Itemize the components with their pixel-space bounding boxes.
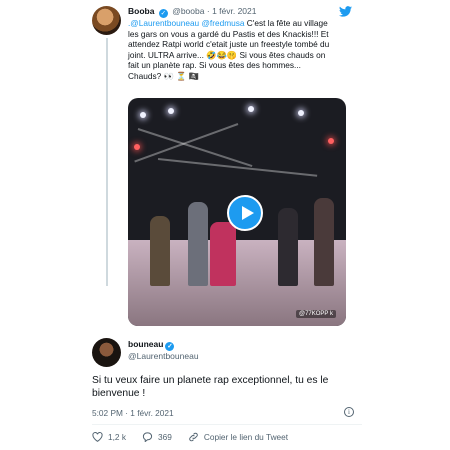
quoted-text-line: .@Laurentbouneau @fredmusa C'est la fête… bbox=[128, 18, 366, 29]
quoted-author-name[interactable]: Booba bbox=[128, 6, 154, 16]
author-name[interactable]: bouneau bbox=[128, 339, 163, 349]
video-performer bbox=[278, 208, 298, 286]
twitter-bird-icon[interactable] bbox=[339, 6, 352, 17]
verified-badge-icon: ✓ bbox=[165, 342, 175, 351]
video-watermark: @77KOPP k bbox=[296, 310, 336, 318]
quoted-text-line: les gars on vous a gardé du Pastis et de… bbox=[128, 29, 366, 40]
verified-badge-icon: ✓ bbox=[158, 9, 168, 18]
copy-link-button[interactable]: Copier le lien du Tweet bbox=[188, 432, 288, 442]
video-performer bbox=[188, 202, 208, 286]
quoted-text-line: fait un planète rap. Si vous êtes des ho… bbox=[128, 60, 366, 71]
like-button[interactable]: 1,2 k bbox=[92, 432, 126, 442]
reply-icon bbox=[142, 432, 153, 442]
author-avatar[interactable] bbox=[92, 338, 121, 367]
video-stage-light bbox=[140, 112, 146, 118]
thread-line bbox=[106, 38, 108, 286]
tweet-video[interactable]: @77KOPP k bbox=[128, 98, 346, 326]
quoted-text-segment: fait un planète rap. Si vous êtes des ho… bbox=[128, 60, 301, 71]
tweet-card: Booba ✓ @booba · 1 févr. 2021 .@Laurentb… bbox=[92, 0, 362, 450]
author-name-row: bouneau ✓ bbox=[128, 339, 175, 351]
video-performer bbox=[150, 216, 170, 286]
quoted-author-handle[interactable]: @booba bbox=[172, 6, 204, 16]
reply-button[interactable]: 369 bbox=[142, 432, 172, 442]
link-icon bbox=[189, 432, 198, 442]
mention-link[interactable]: .@Laurentbouneau @fredmusa bbox=[128, 18, 244, 28]
video-performer bbox=[314, 198, 334, 286]
play-icon[interactable] bbox=[227, 195, 263, 231]
quoted-tweet-text: .@Laurentbouneau @fredmusa C'est la fête… bbox=[128, 18, 366, 82]
reply-count: 369 bbox=[158, 432, 172, 442]
tweet-text-line: Si tu veux faire un planete rap exceptio… bbox=[92, 375, 329, 386]
quoted-text-line: attendez Ratpi world c'etait juste un fr… bbox=[128, 39, 366, 50]
video-stage-light bbox=[248, 106, 254, 112]
quoted-author-avatar[interactable] bbox=[92, 6, 121, 35]
video-stage-light bbox=[328, 138, 334, 144]
video-keytar bbox=[210, 222, 236, 286]
tweet-timestamp[interactable]: 5:02 PM · 1 févr. 2021 bbox=[92, 408, 174, 418]
author-handle[interactable]: @Laurentbouneau bbox=[128, 351, 199, 361]
video-stage-light bbox=[134, 144, 140, 150]
quoted-text-segment: C'est la fête au village bbox=[244, 18, 328, 28]
quoted-text-line: joint. ULTRA arrive... 🤣😂🤫 Si vous êtes … bbox=[128, 50, 366, 61]
copy-link-label: Copier le lien du Tweet bbox=[203, 432, 289, 442]
video-stage-light bbox=[298, 110, 304, 116]
quoted-text-line: Chauds? 👀 ⏳ 🏴‍☠️ bbox=[128, 71, 366, 82]
quoted-text-segment: les gars on vous a gardé du Pastis et de… bbox=[128, 28, 329, 39]
quoted-date[interactable]: 1 févr. 2021 bbox=[212, 6, 256, 16]
heart-icon bbox=[92, 432, 103, 442]
tweet-text-line: bienvenue ! bbox=[92, 388, 146, 399]
video-stage-light bbox=[168, 108, 174, 114]
like-count: 1,2 k bbox=[108, 432, 126, 442]
quoted-text-segment: attendez Ratpi world c'etait juste un fr… bbox=[128, 39, 330, 50]
tweet-text: Si tu veux faire un planete rap exceptio… bbox=[92, 374, 354, 400]
tweet-actions: 1,2 k 369 Copier le lien du Tweet bbox=[92, 432, 304, 442]
quoted-header: Booba ✓ @booba · 1 févr. 2021 bbox=[128, 6, 256, 18]
quoted-text-segment: Chauds? 👀 ⏳ 🏴‍☠️ bbox=[128, 70, 200, 81]
quoted-text-segment: joint. ULTRA arrive... 🤣😂🤫 Si vous êtes … bbox=[128, 49, 326, 60]
quoted-separator: · bbox=[206, 6, 210, 16]
divider bbox=[92, 424, 362, 425]
info-icon[interactable]: i bbox=[344, 407, 354, 417]
